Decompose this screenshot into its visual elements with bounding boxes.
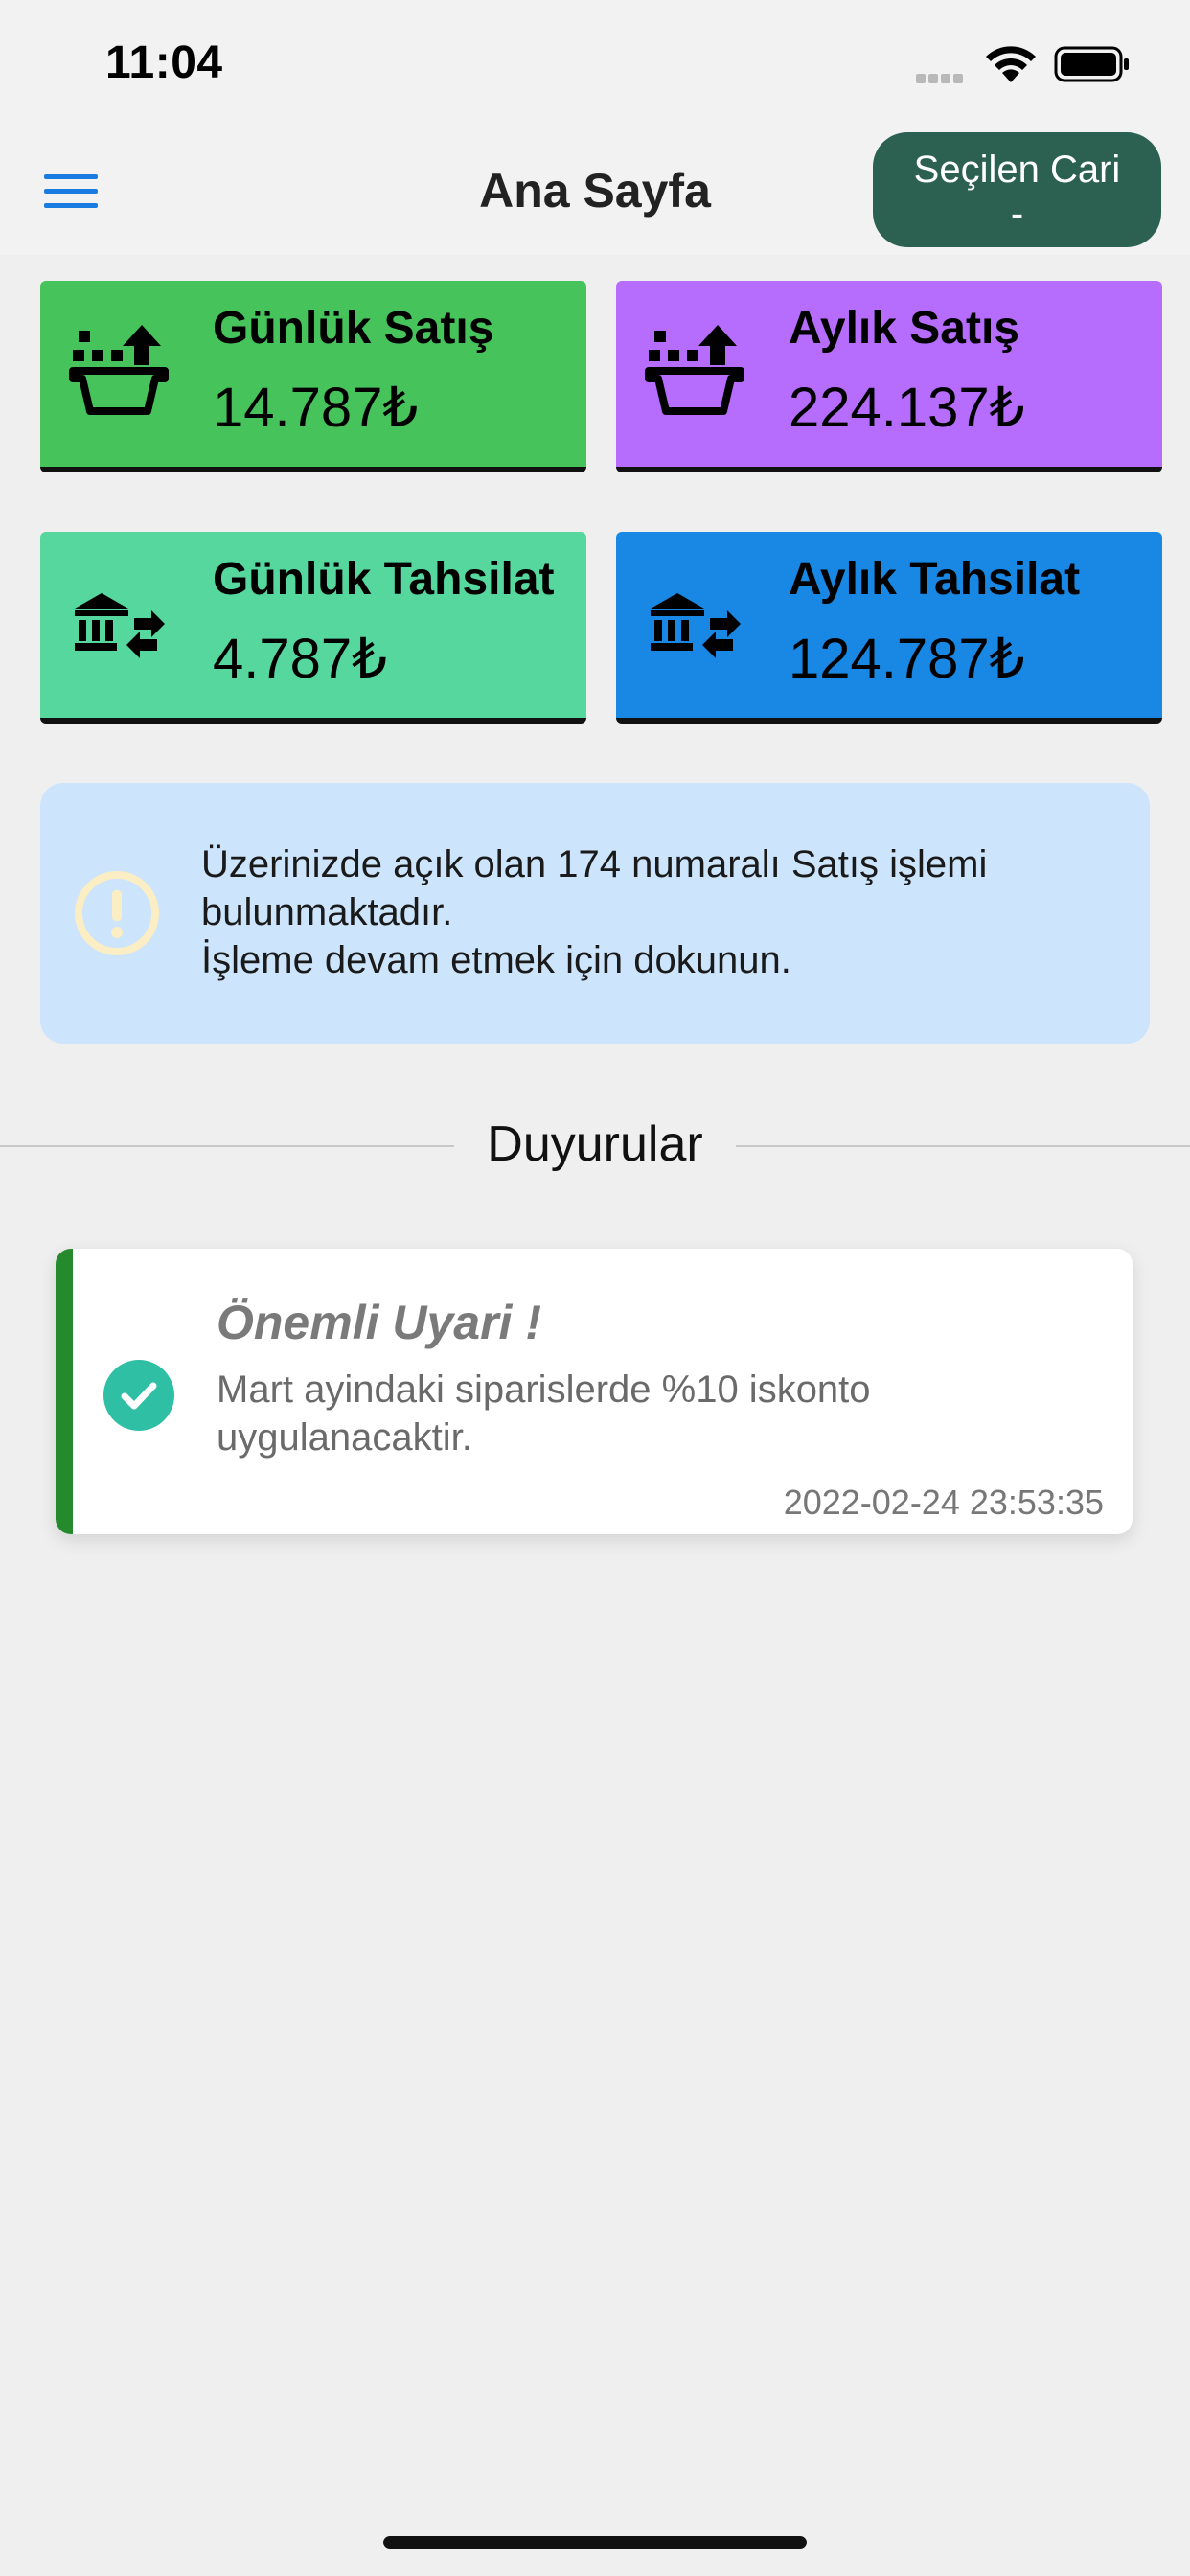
daily-sales-card[interactable]: Günlük Satış 14.787₺ <box>40 281 586 472</box>
bank-transfer-icon <box>75 593 165 658</box>
card-value: 124.787₺ <box>789 628 1025 690</box>
battery-icon <box>1054 46 1129 82</box>
status-bar: 11:04 <box>0 0 1190 125</box>
announcement-timestamp: 2022-02-24 23:53:35 <box>783 1483 1104 1522</box>
announcement-body: Mart ayindaki siparislerde %10 iskonto u… <box>217 1368 871 1459</box>
basket-upload-icon <box>69 325 169 415</box>
selected-cari-value: - <box>1010 193 1024 235</box>
selected-cari-button[interactable]: Seçilen Cari - <box>873 132 1161 247</box>
notice-line: bulunmaktadır. <box>201 891 453 933</box>
status-time: 11:04 <box>105 37 223 88</box>
wifi-icon <box>986 46 1036 82</box>
notice-line: İşleme devam etmek için dokunun. <box>201 939 791 981</box>
divider-right <box>736 1145 1190 1147</box>
basket-upload-icon <box>645 325 744 415</box>
card-value: 224.137₺ <box>789 377 1025 439</box>
card-value: 4.787₺ <box>213 628 388 690</box>
card-label: Günlük Tahsilat <box>213 554 555 605</box>
announcement-title: Önemli Uyari ! <box>217 1296 541 1349</box>
navigation-bar: Ana Sayfa Seçilen Cari - <box>0 125 1190 255</box>
exclamation-circle-icon <box>75 871 159 955</box>
card-label: Aylık Satış <box>789 303 1020 354</box>
home-indicator <box>383 2536 807 2549</box>
daily-collection-card[interactable]: Günlük Tahsilat 4.787₺ <box>40 532 586 724</box>
announcement-card[interactable]: Önemli Uyari ! Mart ayindaki siparislerd… <box>56 1249 1133 1534</box>
notice-line: Üzerinizde açık olan 174 numaralı Satış … <box>201 843 988 886</box>
card-value: 14.787₺ <box>213 377 419 439</box>
monthly-sales-card[interactable]: Aylık Satış 224.137₺ <box>616 281 1162 472</box>
bank-transfer-icon <box>651 593 741 658</box>
open-transaction-notice[interactable]: Üzerinizde açık olan 174 numaralı Satış … <box>40 783 1150 1044</box>
notice-text: Üzerinizde açık olan 174 numaralı Satış … <box>201 840 1121 984</box>
selected-cari-label: Seçilen Cari <box>913 149 1121 191</box>
monthly-collection-card[interactable]: Aylık Tahsilat 124.787₺ <box>616 532 1162 724</box>
section-title: Duyurular <box>487 1116 703 1172</box>
check-circle-icon <box>103 1360 174 1431</box>
card-label: Günlük Satış <box>213 303 494 354</box>
cellular-signal-icon <box>916 71 970 83</box>
card-label: Aylık Tahsilat <box>789 554 1081 605</box>
announcement-accent-bar <box>56 1249 73 1534</box>
